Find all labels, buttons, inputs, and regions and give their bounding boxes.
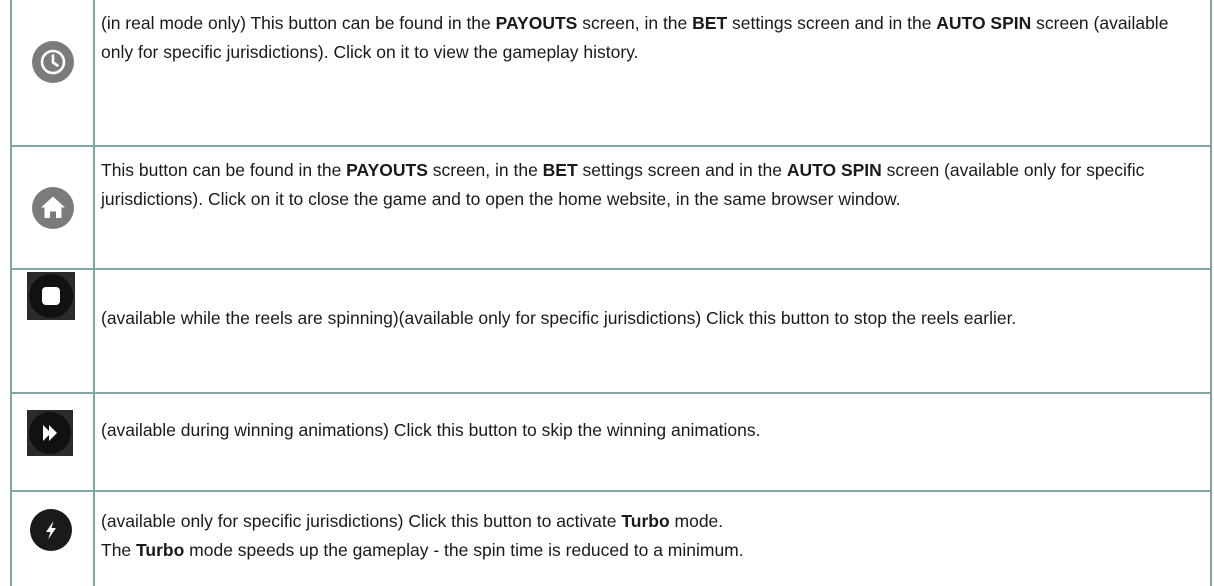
bold-term: Turbo (621, 511, 670, 531)
table-row: (in real mode only) This button can be f… (10, 0, 1212, 147)
row-description: (available while the reels are spinning)… (93, 268, 1212, 394)
bold-term: BET (542, 160, 578, 180)
table-row: This button can be found in the PAYOUTS … (10, 145, 1212, 270)
bold-term: AUTO SPIN (786, 160, 882, 180)
icon-cell (10, 0, 95, 147)
bold-term: BET (692, 13, 728, 33)
icon-cell (10, 268, 95, 394)
text-segment: (available during winning animations) Cl… (101, 420, 761, 440)
text-segment: This button can be found in the (101, 160, 347, 180)
history-clock-icon (32, 41, 74, 83)
table-row: (available during winning animations) Cl… (10, 392, 1212, 492)
icon-cell (10, 490, 95, 586)
row-description: (available during winning animations) Cl… (93, 392, 1212, 492)
icon-cell (10, 392, 95, 492)
text-segment: screen, in the (427, 160, 543, 180)
icon-cell (10, 145, 95, 270)
help-table: (in real mode only) This button can be f… (10, 0, 1212, 586)
text-segment: screen, in the (577, 13, 693, 33)
text-segment: (available while the reels are spinning)… (101, 308, 1017, 328)
bold-term: PAYOUTS (495, 13, 578, 33)
skip-forward-icon (27, 410, 73, 456)
row-description: (available only for specific jurisdictio… (93, 490, 1212, 586)
text-segment: (available only for specific jurisdictio… (101, 511, 622, 531)
text-segment: settings screen and in the (577, 160, 787, 180)
bold-term: AUTO SPIN (936, 13, 1032, 33)
bold-term: PAYOUTS (346, 160, 428, 180)
text-segment: (in real mode only) This button can be f… (101, 13, 496, 33)
stop-icon (27, 272, 75, 320)
description-line: (available only for specific jurisdictio… (101, 507, 1198, 536)
home-icon (32, 187, 74, 229)
text-segment: mode speeds up the gameplay - the spin t… (184, 540, 744, 560)
text-segment: The (101, 540, 137, 560)
table-row: (available while the reels are spinning)… (10, 268, 1212, 394)
description-line: The Turbo mode speeds up the gameplay - … (101, 536, 1198, 565)
text-segment: mode. (669, 511, 724, 531)
turbo-lightning-icon (30, 509, 72, 551)
row-description: This button can be found in the PAYOUTS … (93, 145, 1212, 270)
text-segment: settings screen and in the (727, 13, 937, 33)
bold-term: Turbo (136, 540, 185, 560)
table-row: (available only for specific jurisdictio… (10, 490, 1212, 586)
row-description: (in real mode only) This button can be f… (93, 0, 1212, 147)
